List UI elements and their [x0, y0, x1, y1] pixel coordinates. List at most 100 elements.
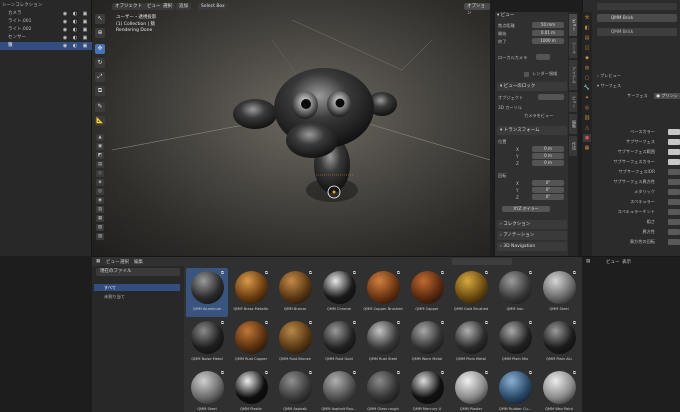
loc-y-field[interactable]: 0 m — [532, 153, 564, 159]
hide-toggle-icon[interactable]: ◉ — [62, 11, 68, 17]
asset-tile[interactable]: ⧉ QMM Asphalt Rou... — [318, 368, 360, 412]
asset-tile[interactable]: ⧉ QMM Wax Paint — [538, 368, 580, 412]
visibility-icon[interactable]: ◐ — [72, 35, 78, 41]
shear-tool-icon[interactable]: ▧ — [96, 224, 104, 231]
rot-y-field[interactable]: 0° — [532, 187, 564, 193]
asset-tile[interactable]: ⧉ QMM Mercury U — [406, 368, 448, 412]
outliner-item[interactable]: ライト.002 ◉ ◐ ▣ — [0, 26, 92, 34]
sidebar-tab[interactable]: アイテム — [569, 60, 577, 90]
asset-tile[interactable]: ⧉ QMM Chrome — [318, 268, 360, 317]
preview-section[interactable]: › プレビュー — [597, 72, 680, 80]
shader-input-field[interactable] — [668, 229, 680, 235]
asset-tile[interactable]: ⧉ QMM Glass rough — [362, 368, 404, 412]
rot-z-field[interactable]: 0° — [532, 194, 564, 200]
material-tab-icon[interactable]: ● — [583, 134, 591, 142]
asset-view-menu[interactable]: ビュー — [106, 259, 120, 265]
spin-tool-icon[interactable]: ◎ — [96, 188, 104, 195]
asset-tile[interactable]: ⧉ QMM Plastic — [230, 368, 272, 412]
hide-toggle-icon[interactable]: ◉ — [62, 27, 68, 33]
extrude-tool-icon[interactable]: ▲ — [96, 134, 104, 141]
editor-display-menu[interactable]: 表示 — [622, 259, 631, 265]
asset-tile[interactable]: ⧉ QMM Plain Mix — [494, 318, 536, 367]
modifier-tab-icon[interactable]: 🔧 — [583, 84, 591, 92]
outliner-item[interactable]: カメラ ◉ ◐ ▣ — [0, 10, 92, 18]
asset-tile[interactable]: ⧉ QMM Brass Metallic — [230, 268, 272, 317]
tool-tab-icon[interactable]: ⚒ — [583, 14, 591, 22]
render-region-checkbox[interactable] — [524, 71, 529, 77]
measure-tool-icon[interactable]: 📐 — [95, 116, 105, 126]
render-tab-icon[interactable]: ◧ — [583, 24, 591, 32]
asset-tile[interactable]: ⧉ QMM Noise Metal — [186, 318, 228, 367]
hide-toggle-icon[interactable]: ◉ — [62, 43, 68, 49]
shrink-tool-icon[interactable]: ▦ — [96, 215, 104, 222]
camera-icon[interactable]: ▣ — [82, 19, 88, 25]
hide-toggle-icon[interactable]: ◉ — [62, 19, 68, 25]
asset-tile[interactable]: ⧉ QMM Rust Steel — [362, 318, 404, 367]
lock-cursor-row[interactable]: 3D カーソル — [498, 104, 566, 111]
surface-section[interactable]: ▾ サーフェス — [597, 82, 680, 90]
scale-tool-icon[interactable]: ⤢ — [95, 72, 105, 82]
shader-input-field[interactable] — [668, 179, 680, 185]
asset-library-dropdown[interactable]: 現在のファイル — [96, 268, 180, 276]
polybuild-tool-icon[interactable]: ◈ — [96, 179, 104, 186]
select-box-dropdown[interactable]: Select Box — [198, 3, 228, 10]
mode-dropdown[interactable]: オブジェクト — [112, 3, 145, 10]
monkey-mesh[interactable] — [233, 68, 397, 202]
asset-tile[interactable]: ⧉ QMM Copper — [406, 268, 448, 317]
object-tab-icon[interactable]: ▢ — [583, 74, 591, 82]
camera-to-view-row[interactable]: カメラをビュー — [498, 112, 566, 119]
asset-editor-type-icon[interactable]: ▦ — [96, 259, 100, 264]
asset-search-input[interactable] — [452, 258, 512, 265]
view-layer-tab-icon[interactable]: ◫ — [583, 44, 591, 52]
local-camera-row[interactable]: ローカルカメラ — [498, 54, 566, 61]
properties-search[interactable] — [597, 3, 677, 10]
data-tab-icon[interactable]: △ — [583, 124, 591, 132]
clip-start-field[interactable]: 0.01 m — [532, 30, 564, 36]
asset-tile[interactable]: ⧉ QMM Rust Bronze — [274, 318, 316, 367]
view-lock-section[interactable]: ▾ ビューのロック — [497, 82, 567, 91]
asset-tile[interactable]: ⧉ QMM Steel — [538, 268, 580, 317]
asset-tile[interactable]: ⧉ QMM Aluminum — [186, 268, 228, 317]
editor-view-menu[interactable]: ビュー — [606, 259, 620, 265]
asset-tile[interactable]: ⧉ QMM Worn Metal — [406, 318, 448, 367]
clip-end-field[interactable]: 1000 m — [532, 38, 564, 44]
asset-category-all[interactable]: すべて — [94, 284, 180, 291]
hide-toggle-icon[interactable]: ◉ — [62, 35, 68, 41]
material-name-field[interactable]: QMM Brick — [597, 14, 677, 22]
render-region-row[interactable]: レンダー領域 — [498, 70, 566, 77]
asset-tile[interactable]: ⧉ QMM Rubber Cu... — [494, 368, 536, 412]
asset-tile[interactable]: ⧉ QMM Plaster — [450, 368, 492, 412]
constraints-tab-icon[interactable]: ⛓ — [583, 114, 591, 122]
particles-tab-icon[interactable]: ✦ — [583, 94, 591, 102]
scene-tab-icon[interactable]: ◆ — [583, 54, 591, 62]
transform-tool-icon[interactable]: ⧉ — [95, 86, 105, 96]
asset-tile[interactable]: ⧉ QMM Gold Brushed — [450, 268, 492, 317]
camera-icon[interactable]: ▣ — [82, 27, 88, 33]
rotate-tool-icon[interactable]: ↻ — [95, 58, 105, 68]
asset-tile[interactable]: ⧉ QMM Plain Alu — [538, 318, 580, 367]
smooth-tool-icon[interactable]: ◉ — [96, 197, 104, 204]
sidebar-tab[interactable]: ツール — [569, 38, 577, 58]
shader-input-field[interactable] — [668, 199, 680, 205]
local-camera-toggle[interactable] — [536, 54, 550, 60]
inset-tool-icon[interactable]: ▣ — [96, 143, 104, 150]
annotate-tool-icon[interactable]: ✎ — [95, 102, 105, 112]
outliner-item[interactable]: 猿 ◉ ◐ ▣ — [0, 42, 92, 50]
shader-input-field[interactable] — [668, 149, 680, 155]
rip-tool-icon[interactable]: ▨ — [96, 233, 104, 240]
cursor-tool-icon[interactable]: ⊕ — [95, 28, 105, 38]
material-slot-field[interactable]: QMM Brick — [597, 28, 677, 36]
lock-object-field[interactable] — [538, 94, 564, 100]
focal-length-field[interactable]: 50 mm — [532, 22, 564, 28]
sidebar-tab[interactable]: 作成 — [569, 136, 577, 156]
asset-tile[interactable]: ⧉ QMM Rust Copper — [230, 318, 272, 367]
output-tab-icon[interactable]: ▤ — [583, 34, 591, 42]
camera-icon[interactable]: ▣ — [82, 43, 88, 49]
3d-viewport[interactable]: オブジェクト ビュー 選択 追加 Select Box オプション ユーザー・透… — [92, 0, 490, 256]
add-menu[interactable]: 追加 — [176, 3, 191, 10]
world-tab-icon[interactable]: ◍ — [583, 64, 591, 72]
asset-tile[interactable]: ⧉ QMM Bronze — [274, 268, 316, 317]
tweak-tool-icon[interactable]: ↖ — [95, 14, 105, 24]
transform-section[interactable]: ▾ トランスフォーム — [497, 126, 567, 135]
camera-icon[interactable]: ▣ — [82, 11, 88, 17]
